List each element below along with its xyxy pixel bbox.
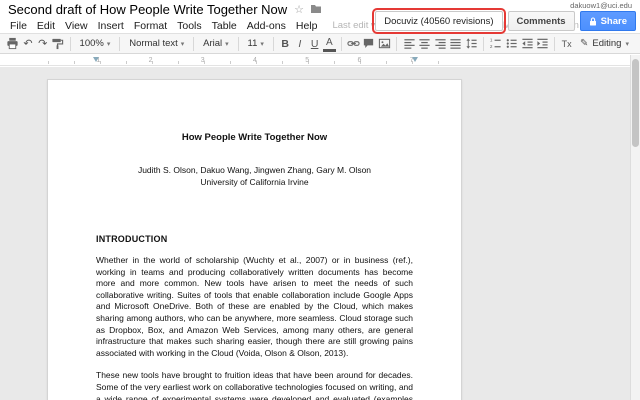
doc-paragraph[interactable]: Whether in the world of scholarship (Wuc…: [96, 255, 413, 359]
align-justify-icon[interactable]: [449, 36, 463, 52]
share-button-label: Share: [601, 16, 627, 27]
align-center-icon[interactable]: [418, 36, 432, 52]
insert-image-icon[interactable]: [378, 36, 392, 52]
right-indent-marker[interactable]: [412, 57, 418, 62]
menu-edit[interactable]: Edit: [32, 20, 60, 32]
chevron-down-icon: ▾: [260, 40, 264, 48]
divider: [341, 37, 342, 51]
chevron-down-icon: ▾: [107, 40, 111, 48]
zoom-select[interactable]: 100% ▾: [76, 36, 115, 52]
link-icon[interactable]: [347, 36, 361, 52]
print-icon[interactable]: [6, 36, 20, 52]
ruler-number: 6: [358, 57, 362, 64]
divider: [238, 37, 239, 51]
share-button[interactable]: Share: [580, 11, 636, 31]
bulleted-list-icon[interactable]: [505, 36, 519, 52]
account-email[interactable]: dakuow1@uci.edu: [570, 1, 632, 10]
doc-paragraph[interactable]: These new tools have brought to fruition…: [96, 370, 413, 400]
menu-format[interactable]: Format: [129, 20, 172, 32]
numbered-list-icon[interactable]: 12: [489, 36, 503, 52]
left-indent-marker[interactable]: [93, 57, 99, 62]
font-size-value: 11: [248, 38, 258, 49]
text-color-button[interactable]: A: [323, 36, 336, 52]
header-actions: Docuviz (40560 revisions) Comments Share: [375, 11, 636, 31]
svg-text:1: 1: [490, 38, 493, 43]
ruler-number: 4: [253, 57, 257, 64]
font-size-select[interactable]: 11 ▾: [244, 36, 268, 52]
font-select[interactable]: Arial ▾: [199, 36, 233, 52]
styles-value: Normal text: [129, 38, 178, 49]
docuviz-button[interactable]: Docuviz (40560 revisions): [375, 11, 502, 31]
ruler: 1 2 3 4 5 6 7: [0, 55, 640, 66]
font-value: Arial: [203, 38, 222, 49]
paint-format-icon[interactable]: [51, 36, 65, 52]
menu-help[interactable]: Help: [291, 20, 323, 32]
document-canvas: How People Write Together Now Judith S. …: [0, 67, 640, 400]
share-lock-icon: [589, 17, 597, 26]
bold-button[interactable]: B: [279, 36, 292, 52]
ruler-number: 2: [149, 57, 153, 64]
divider: [273, 37, 274, 51]
svg-text:2: 2: [490, 44, 493, 49]
undo-icon[interactable]: ↶: [22, 36, 35, 52]
document-title[interactable]: Second draft of How People Write Togethe…: [8, 2, 287, 17]
menu-tools[interactable]: Tools: [172, 20, 207, 32]
menu-view[interactable]: View: [60, 20, 93, 32]
divider: [119, 37, 120, 51]
line-spacing-icon[interactable]: [465, 36, 479, 52]
menu-addons[interactable]: Add-ons: [242, 20, 291, 32]
comments-button[interactable]: Comments: [508, 11, 575, 31]
menu-insert[interactable]: Insert: [93, 20, 129, 32]
page[interactable]: How People Write Together Now Judith S. …: [47, 79, 462, 400]
clear-formatting-icon[interactable]: Tx: [560, 36, 573, 52]
indent-icon[interactable]: [536, 36, 550, 52]
ruler-number: 5: [305, 57, 309, 64]
divider: [483, 37, 484, 51]
ruler-numbers: 1 2 3 4 5 6 7: [48, 55, 462, 66]
doc-section-heading[interactable]: INTRODUCTION: [96, 234, 413, 244]
chevron-down-icon: ▾: [181, 40, 185, 48]
editing-mode-button[interactable]: ✎ Editing ▾: [575, 38, 634, 49]
align-right-icon[interactable]: [433, 36, 447, 52]
divider: [554, 37, 555, 51]
ruler-number: 3: [201, 57, 205, 64]
editing-mode-label: Editing: [592, 38, 621, 49]
doc-heading[interactable]: How People Write Together Now: [96, 132, 413, 143]
outdent-icon[interactable]: [520, 36, 534, 52]
menu-file[interactable]: File: [5, 20, 32, 32]
divider: [193, 37, 194, 51]
doc-authors[interactable]: Judith S. Olson, Dakuo Wang, Jingwen Zha…: [96, 164, 413, 176]
pencil-icon: ✎: [580, 38, 588, 49]
styles-select[interactable]: Normal text ▾: [125, 36, 188, 52]
vertical-scrollbar[interactable]: [630, 55, 640, 400]
divider: [70, 37, 71, 51]
folder-icon[interactable]: [310, 4, 322, 14]
menu-table[interactable]: Table: [207, 20, 242, 32]
underline-button[interactable]: U: [308, 36, 321, 52]
redo-icon[interactable]: ↷: [36, 36, 49, 52]
chevron-down-icon: ▾: [225, 40, 229, 48]
italic-button[interactable]: I: [294, 36, 307, 52]
comment-icon[interactable]: [362, 36, 376, 52]
align-left-icon[interactable]: [402, 36, 416, 52]
scrollbar-thumb[interactable]: [632, 59, 639, 147]
toolbar: ↶ ↷ 100% ▾ Normal text ▾ Arial ▾ 11 ▾ B …: [0, 33, 640, 54]
divider: [396, 37, 397, 51]
zoom-value: 100%: [80, 38, 104, 49]
chevron-down-icon: ▾: [625, 40, 629, 48]
doc-affiliation[interactable]: University of California Irvine: [96, 176, 413, 188]
star-icon[interactable]: ☆: [294, 3, 304, 16]
